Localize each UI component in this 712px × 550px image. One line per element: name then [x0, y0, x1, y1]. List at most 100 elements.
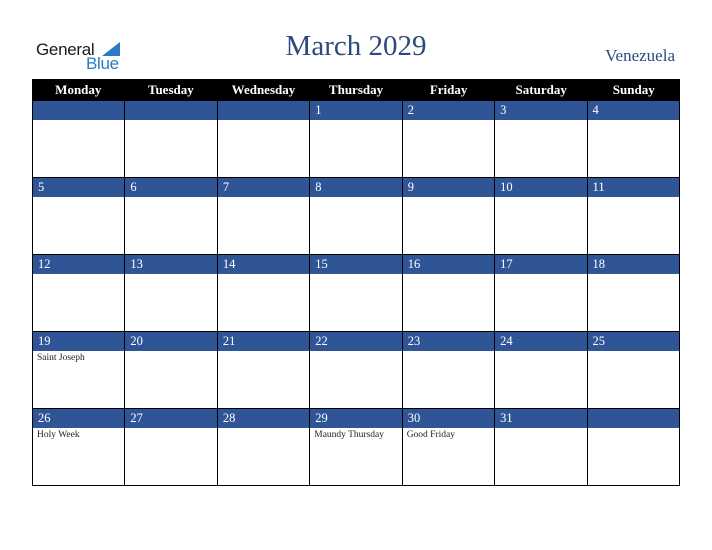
- holiday-label: [403, 197, 494, 199]
- holiday-label: [125, 428, 216, 430]
- day-cell[interactable]: 14: [217, 255, 311, 331]
- holiday-label: [218, 274, 309, 276]
- day-number: 6: [125, 178, 217, 197]
- day-cell[interactable]: 29 Maundy Thursday: [310, 409, 403, 485]
- day-cell[interactable]: 27: [125, 409, 218, 485]
- day-number: 16: [402, 255, 495, 274]
- weekday-tuesday: Tuesday: [147, 82, 194, 97]
- day-cell[interactable]: 24: [495, 332, 588, 408]
- holiday-label: [588, 428, 679, 430]
- weekday-wednesday: Wednesday: [231, 82, 296, 97]
- day-cell[interactable]: 20: [125, 332, 218, 408]
- weekday-saturday: Saturday: [515, 82, 567, 97]
- day-number: 10: [495, 178, 587, 197]
- holiday-label: [125, 197, 216, 199]
- holiday-label: [125, 274, 216, 276]
- day-cell[interactable]: 30 Good Friday: [402, 409, 496, 485]
- holiday-label: [495, 120, 586, 122]
- week-row: 19 Saint Joseph 20 21 22 23 24 25: [32, 332, 680, 409]
- holiday-label: [495, 274, 586, 276]
- day-cell[interactable]: 3: [495, 101, 588, 177]
- day-cell[interactable]: 1: [310, 101, 403, 177]
- day-number: 8: [310, 178, 402, 197]
- day-cell[interactable]: 4: [587, 101, 680, 177]
- day-cell[interactable]: 17: [495, 255, 588, 331]
- day-cell[interactable]: [587, 409, 680, 485]
- day-number: 2: [402, 101, 495, 120]
- day-cell[interactable]: [125, 101, 218, 177]
- holiday-label: [310, 197, 401, 199]
- day-number: 21: [217, 332, 310, 351]
- holiday-label: [218, 197, 309, 199]
- weekday-friday: Friday: [429, 82, 468, 97]
- day-cell[interactable]: 18: [587, 255, 680, 331]
- day-cell[interactable]: 16: [402, 255, 496, 331]
- holiday-label: [218, 428, 309, 430]
- holiday-label: Saint Joseph: [37, 353, 85, 363]
- day-number: 22: [310, 332, 402, 351]
- day-cell[interactable]: 19 Saint Joseph: [33, 332, 126, 408]
- day-cell[interactable]: 8: [310, 178, 403, 254]
- holiday-label: Good Friday: [406, 430, 455, 440]
- day-cell[interactable]: 28: [217, 409, 311, 485]
- holiday-label: [125, 351, 216, 353]
- country-label: Venezuela: [605, 46, 675, 65]
- holiday-label: [310, 351, 401, 353]
- day-number: 25: [587, 332, 679, 351]
- day-number: 26: [33, 409, 125, 428]
- holiday-label: [495, 351, 586, 353]
- day-number: [587, 409, 679, 428]
- day-cell[interactable]: 23: [402, 332, 496, 408]
- day-number: 18: [587, 255, 679, 274]
- day-number: 1: [310, 101, 402, 120]
- day-number: 30: [402, 409, 495, 428]
- day-number: 29: [310, 409, 402, 428]
- day-cell[interactable]: [217, 101, 311, 177]
- holiday-label: [588, 120, 679, 122]
- day-cell[interactable]: 6: [125, 178, 218, 254]
- day-cell[interactable]: 15: [310, 255, 403, 331]
- holiday-label: [218, 351, 309, 353]
- day-cell[interactable]: 11: [587, 178, 680, 254]
- day-number: 13: [125, 255, 217, 274]
- day-number: 24: [495, 332, 587, 351]
- day-cell[interactable]: 22: [310, 332, 403, 408]
- day-number: 20: [125, 332, 217, 351]
- day-number: 7: [217, 178, 310, 197]
- day-number: 9: [402, 178, 495, 197]
- day-number: 5: [33, 178, 125, 197]
- holiday-label: Maundy Thursday: [314, 430, 385, 440]
- day-cell[interactable]: 9: [402, 178, 496, 254]
- holiday-label: [218, 120, 309, 122]
- day-cell[interactable]: 5: [33, 178, 126, 254]
- day-cell[interactable]: 25: [587, 332, 680, 408]
- week-row: 1234: [32, 101, 680, 178]
- week-row: 26 Holy Week 27 28 29 Maundy Thursday 30 Good F…: [32, 409, 680, 486]
- day-number: 4: [587, 101, 679, 120]
- day-cell[interactable]: 13: [125, 255, 218, 331]
- holiday-label: [33, 197, 124, 199]
- holiday-label: Holy Week: [37, 430, 80, 440]
- day-cell[interactable]: 2: [402, 101, 496, 177]
- day-number: 23: [402, 332, 495, 351]
- day-number: 19: [33, 332, 125, 351]
- weekday-monday: Monday: [55, 82, 102, 97]
- day-number: 15: [310, 255, 402, 274]
- holiday-label: [495, 428, 586, 430]
- day-number: 28: [217, 409, 310, 428]
- day-cell[interactable]: 21: [217, 332, 311, 408]
- day-cell[interactable]: 7: [217, 178, 311, 254]
- day-cell[interactable]: [33, 101, 126, 177]
- day-cell[interactable]: 31: [495, 409, 588, 485]
- day-number: [33, 101, 125, 120]
- day-cell[interactable]: 10: [495, 178, 588, 254]
- day-number: 14: [217, 255, 310, 274]
- day-cell[interactable]: 12: [33, 255, 126, 331]
- holiday-label: [403, 274, 494, 276]
- day-number: 31: [495, 409, 587, 428]
- day-cell[interactable]: 26 Holy Week: [33, 409, 126, 485]
- day-number: 27: [125, 409, 217, 428]
- holiday-label: [588, 351, 679, 353]
- weekday-header: Monday Tuesday Wednesday Thursday Friday Satu…: [32, 79, 680, 101]
- weekday-sunday: Sunday: [612, 82, 655, 97]
